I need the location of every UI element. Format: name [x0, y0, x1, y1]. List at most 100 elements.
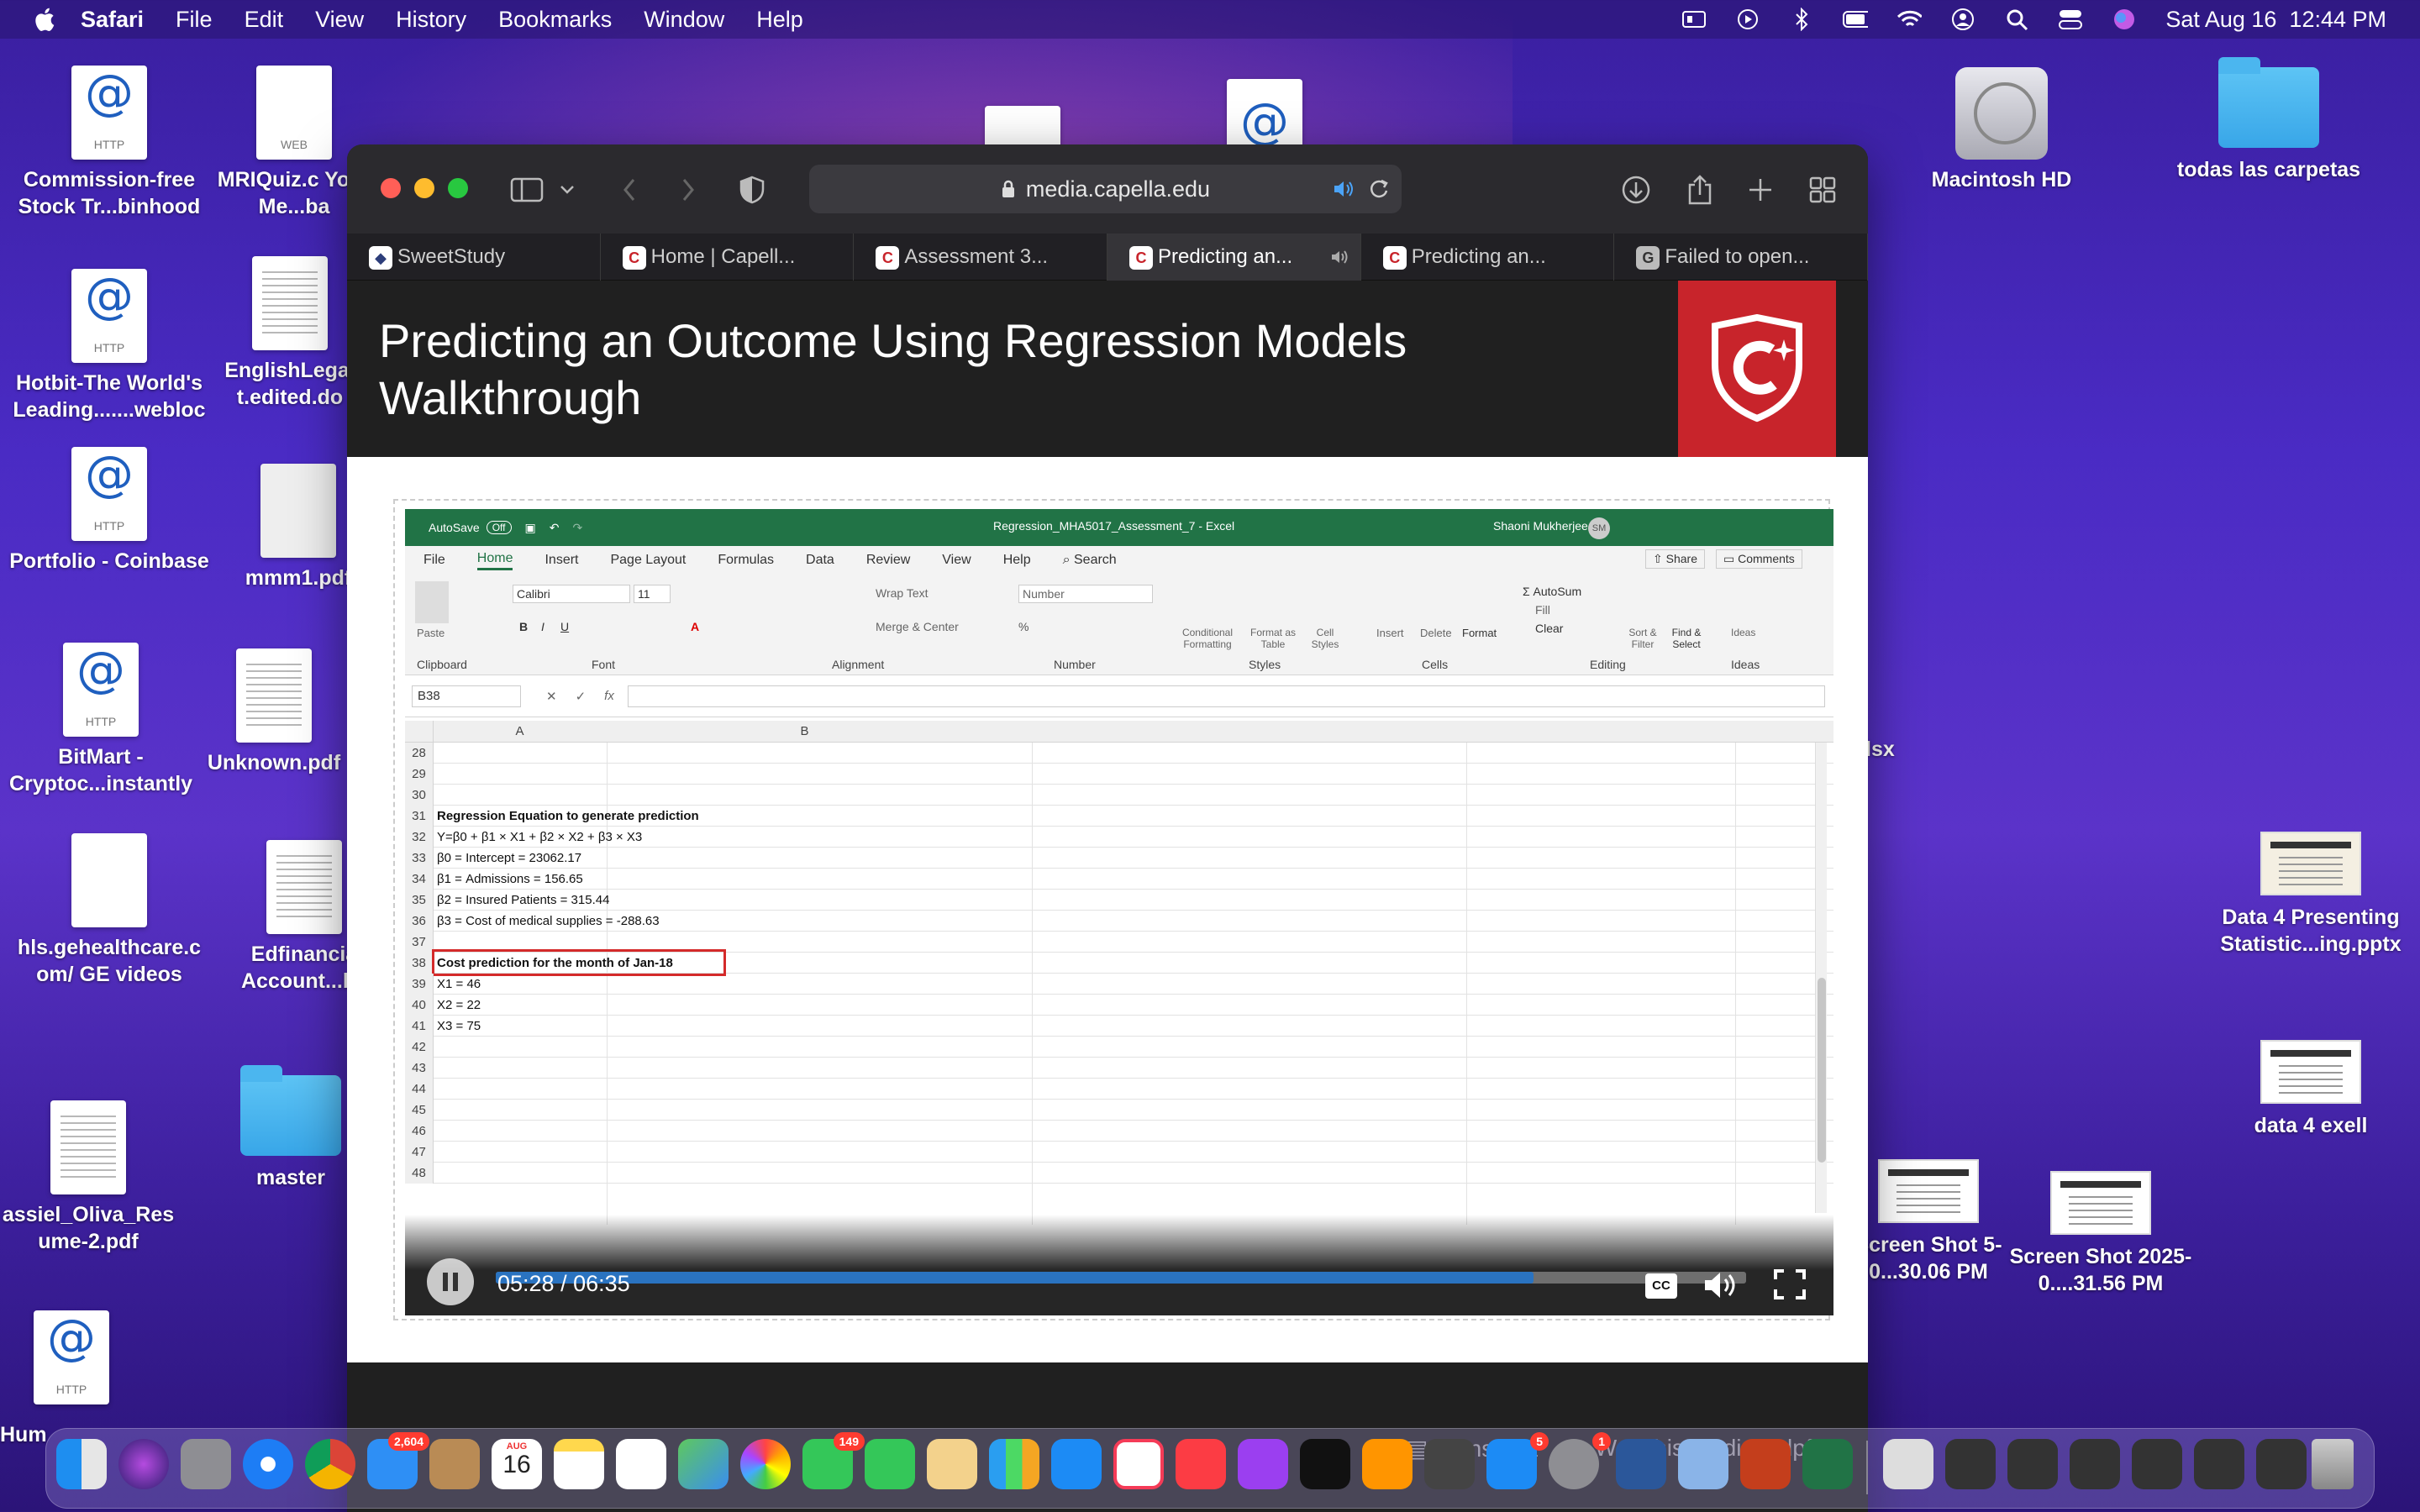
- recent-doc-icon[interactable]: [2007, 1439, 2058, 1489]
- excel-icon[interactable]: [1802, 1439, 1853, 1489]
- desktop-icon-todas-las-carpetas[interactable]: todas las carpetas: [2164, 57, 2374, 183]
- conditional-formatting-button[interactable]: Conditional Formatting: [1178, 627, 1237, 650]
- paste-icon[interactable]: [415, 581, 449, 623]
- preview-icon[interactable]: [1678, 1439, 1728, 1489]
- menu-window[interactable]: Window: [644, 7, 724, 33]
- cell-a[interactable]: β0 = Intercept = 23062.17: [437, 848, 581, 869]
- music-icon[interactable]: [1176, 1439, 1226, 1489]
- mail-icon[interactable]: 2,604: [367, 1432, 429, 1489]
- sort-filter-button[interactable]: Sort & Filter: [1622, 627, 1664, 650]
- format-as-table-button[interactable]: Format as Table: [1244, 627, 1302, 650]
- system-settings-icon[interactable]: 1: [1549, 1432, 1611, 1489]
- redo-icon[interactable]: ↷: [572, 521, 582, 535]
- row-header[interactable]: 38: [405, 953, 434, 974]
- menu-file[interactable]: File: [176, 7, 213, 33]
- row-header[interactable]: 31: [405, 806, 434, 827]
- find-select-button[interactable]: Find & Select: [1665, 627, 1707, 650]
- formula-input[interactable]: [627, 685, 1825, 707]
- now-playing-icon[interactable]: [1735, 7, 1760, 32]
- table-row[interactable]: 28: [405, 743, 1833, 764]
- photos-icon[interactable]: [740, 1439, 791, 1489]
- cell-a[interactable]: X2 = 22: [437, 995, 481, 1016]
- cell-a[interactable]: X3 = 75: [437, 1016, 481, 1037]
- recent-doc-icon[interactable]: [2070, 1439, 2120, 1489]
- row-header[interactable]: 42: [405, 1037, 434, 1058]
- desktop-icon-bitmart[interactable]: @ HTTP BitMart - Cryptoc...instantly: [0, 643, 206, 797]
- merge-center-button[interactable]: Merge & Center: [876, 620, 959, 633]
- row-header[interactable]: 34: [405, 869, 434, 890]
- row-header[interactable]: 28: [405, 743, 434, 764]
- facetime-icon[interactable]: [865, 1439, 915, 1489]
- ideas-button[interactable]: Ideas: [1731, 627, 1755, 638]
- pause-button[interactable]: [427, 1258, 474, 1305]
- autosave-toggle[interactable]: Off: [486, 521, 512, 534]
- excel-share-button[interactable]: ⇧ Share: [1645, 549, 1705, 569]
- ribbon-tab-home[interactable]: Home: [476, 551, 513, 570]
- table-row[interactable]: 47: [405, 1142, 1833, 1163]
- downloads-icon[interactable]: [1618, 171, 1655, 208]
- table-row[interactable]: 39 X1 = 46: [405, 974, 1833, 995]
- table-row[interactable]: 32 Y=β0 + β1 × X1 + β2 × X2 + β3 × X3: [405, 827, 1833, 848]
- wrap-text-button[interactable]: Wrap Text: [876, 586, 929, 600]
- insert-function-icon[interactable]: fx: [604, 689, 614, 703]
- row-header[interactable]: 39: [405, 974, 434, 995]
- recent-doc-icon[interactable]: [2194, 1439, 2244, 1489]
- column-header-h[interactable]: H: [1502, 721, 1833, 743]
- save-icon[interactable]: ▣: [525, 521, 536, 535]
- ribbon-tab-file[interactable]: File: [424, 553, 445, 568]
- row-header[interactable]: 37: [405, 932, 434, 953]
- tab-failed[interactable]: G Failed to open...: [1614, 234, 1868, 281]
- confirm-formula-icon[interactable]: ✓: [576, 689, 587, 704]
- back-icon[interactable]: [611, 171, 648, 208]
- row-header[interactable]: 48: [405, 1163, 434, 1184]
- table-row[interactable]: 43: [405, 1058, 1833, 1079]
- font-name-select[interactable]: Calibri: [513, 585, 630, 603]
- insert-cells-button[interactable]: Insert: [1376, 627, 1404, 639]
- desktop-icon-data4-exell[interactable]: data 4 exell: [2206, 1040, 2416, 1139]
- number-format-select[interactable]: Number: [1018, 585, 1153, 603]
- menu-help[interactable]: Help: [756, 7, 803, 33]
- clear-button[interactable]: Clear: [1535, 622, 1563, 635]
- fullscreen-icon[interactable]: [1773, 1268, 1807, 1300]
- table-row[interactable]: 40 X2 = 22: [405, 995, 1833, 1016]
- table-row[interactable]: 41 X3 = 75: [405, 1016, 1833, 1037]
- battery-icon[interactable]: [1843, 7, 1869, 32]
- desktop-icon-macintosh-hd[interactable]: Macintosh HD: [1897, 67, 2107, 193]
- menu-view[interactable]: View: [315, 7, 364, 33]
- font-size-select[interactable]: 11: [634, 585, 671, 603]
- desktop-icon-resume[interactable]: assiel_Oliva_Res ume-2.pdf: [0, 1100, 193, 1255]
- table-row[interactable]: 46: [405, 1121, 1833, 1142]
- ribbon-tab-view[interactable]: View: [942, 553, 971, 568]
- freeform-icon[interactable]: [927, 1439, 977, 1489]
- volume-icon[interactable]: [1702, 1270, 1739, 1300]
- notes-icon[interactable]: [554, 1439, 604, 1489]
- cell-a[interactable]: β2 = Insured Patients = 315.44: [437, 890, 609, 911]
- reminders-icon[interactable]: [616, 1439, 666, 1489]
- name-box[interactable]: B38: [412, 685, 521, 707]
- ribbon-tab-insert[interactable]: Insert: [544, 553, 578, 568]
- bluetooth-icon[interactable]: [1789, 7, 1814, 32]
- privacy-shield-icon[interactable]: [734, 171, 771, 208]
- menu-app-name[interactable]: Safari: [81, 7, 144, 33]
- table-row[interactable]: 30: [405, 785, 1833, 806]
- table-row[interactable]: 45: [405, 1100, 1833, 1121]
- row-header[interactable]: 36: [405, 911, 434, 932]
- row-header[interactable]: 32: [405, 827, 434, 848]
- underline-button[interactable]: U: [560, 620, 569, 633]
- messages-icon[interactable]: 149: [802, 1432, 865, 1489]
- font-color-button[interactable]: A: [691, 620, 699, 633]
- trash-icon[interactable]: [2312, 1439, 2354, 1489]
- safari-icon[interactable]: [243, 1439, 293, 1489]
- launchpad-icon[interactable]: [181, 1439, 231, 1489]
- tab-audio-icon[interactable]: [1330, 249, 1350, 265]
- cell-a[interactable]: Regression Equation to generate predicti…: [437, 806, 699, 827]
- row-header[interactable]: 47: [405, 1142, 434, 1163]
- excel-comments-button[interactable]: ▭ Comments: [1716, 549, 1802, 569]
- table-row[interactable]: 35 β2 = Insured Patients = 315.44: [405, 890, 1833, 911]
- menu-bookmarks[interactable]: Bookmarks: [498, 7, 612, 33]
- table-row[interactable]: 34 β1 = Admissions = 156.65: [405, 869, 1833, 890]
- contacts-icon[interactable]: [429, 1439, 480, 1489]
- tab-predicting-active[interactable]: C Predicting an...: [1107, 234, 1361, 281]
- table-row[interactable]: 33 β0 = Intercept = 23062.17: [405, 848, 1833, 869]
- maps-icon[interactable]: [678, 1439, 729, 1489]
